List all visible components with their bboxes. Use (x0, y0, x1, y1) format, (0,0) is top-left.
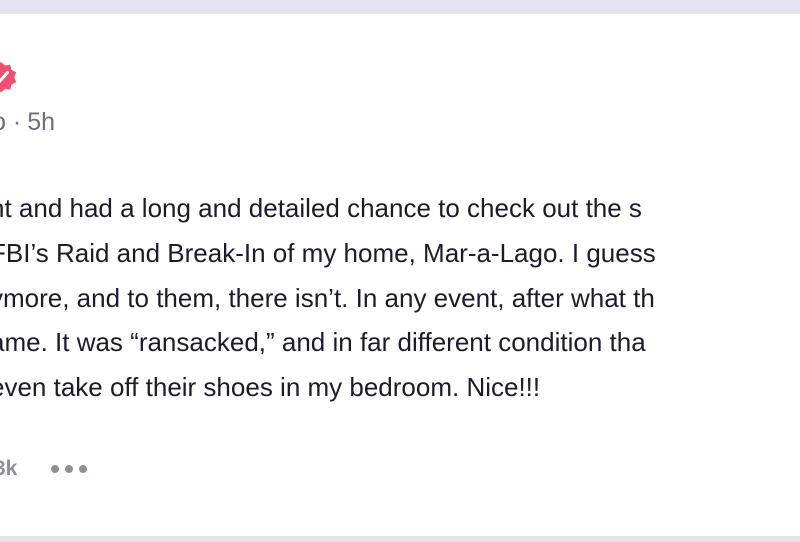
verified-badge-icon (0, 62, 17, 93)
more-dots-icon (65, 465, 74, 473)
post-body: ht and had a long and detailed chance to… (0, 186, 656, 410)
post-text-line: even take off their shoes in my bedroom.… (0, 372, 541, 403)
action-count[interactable]: 3k (0, 457, 17, 481)
more-options-button[interactable] (49, 461, 89, 477)
more-dots-icon (51, 465, 60, 473)
post-time-link[interactable]: 5h (27, 108, 55, 136)
post-meta: o ·5h (0, 108, 55, 137)
more-dots-icon (79, 465, 88, 473)
post-text-line: ymore, and to them, there isn’t. In any … (0, 282, 655, 313)
meta-separator: · (12, 108, 22, 136)
author-handle-fragment: o (0, 108, 6, 136)
post-text-line: ame. It was “ransacked,” and in far diff… (0, 327, 646, 358)
post-card: o ·5h ht and had a long and detailed cha… (0, 14, 800, 536)
post-text-line: FBI’s Raid and Break-In of my home, Mar-… (0, 237, 656, 268)
post-text-line: ht and had a long and detailed chance to… (0, 193, 642, 223)
post-actions: 3k (0, 454, 89, 484)
